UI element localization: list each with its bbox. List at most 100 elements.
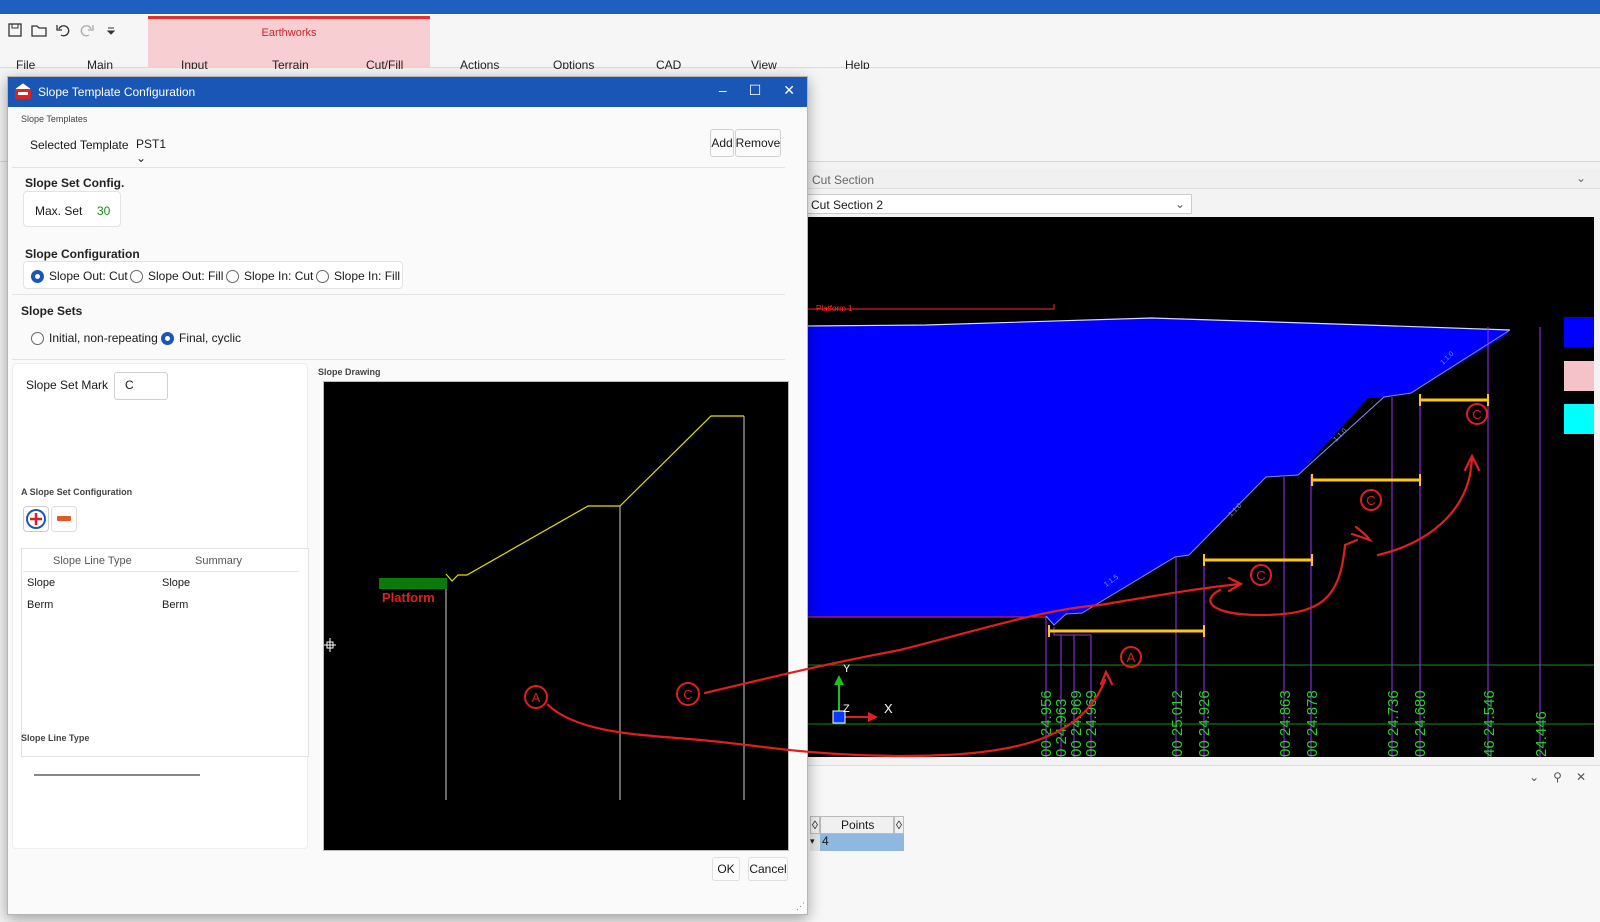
dialog-title: Slope Template Configuration bbox=[38, 85, 196, 99]
legend-swatch bbox=[1564, 317, 1594, 347]
radio-label: Slope In: Cut bbox=[244, 269, 314, 283]
chevron-down-icon: ⌄ bbox=[136, 151, 147, 165]
radio-label: Initial, non-repeating bbox=[49, 331, 158, 345]
platform-text: Platform bbox=[382, 590, 435, 605]
table-row[interactable]: Berm Berm bbox=[23, 594, 299, 616]
table-header: Slope Line Type Summary bbox=[23, 550, 299, 572]
station-label: 00 24.878 bbox=[1304, 690, 1321, 757]
redo-icon[interactable] bbox=[78, 21, 96, 39]
cut-section-drawing: Platform 1 1:1.5 1:1.0 1:1.0 1:1.0 00 24… bbox=[806, 304, 1594, 757]
dialog-titlebar[interactable]: Slope Template Configuration – ☐ ✕ bbox=[8, 77, 807, 107]
radio-final-cyclic[interactable]: Final, cyclic bbox=[161, 331, 241, 345]
slope-drawing-label: Slope Drawing bbox=[318, 367, 381, 377]
station-label: 00 25.012 bbox=[1169, 690, 1186, 757]
radio-indicator bbox=[161, 331, 174, 345]
axis-z-label: Z bbox=[843, 703, 850, 715]
add-template-button[interactable]: Add bbox=[710, 129, 734, 157]
remove-row-button[interactable] bbox=[51, 506, 77, 532]
table-cell: Slope bbox=[162, 577, 191, 589]
window-titlebar bbox=[0, 0, 1600, 14]
slope-sets-label: Slope Sets bbox=[21, 304, 83, 318]
axis-y-label: Y bbox=[843, 663, 851, 675]
radio-slope-out-cut[interactable]: Slope Out: Cut bbox=[31, 269, 128, 283]
platform-block bbox=[379, 578, 447, 589]
chevron-down-icon[interactable]: ⌄ bbox=[1529, 770, 1539, 784]
column-slope-line-type[interactable]: Slope Line Type bbox=[53, 555, 132, 567]
slope-template-dialog: Slope Template Configuration – ☐ ✕ Slope… bbox=[7, 76, 808, 915]
station-label: 00 24.969 bbox=[1083, 690, 1100, 757]
radio-slope-in-cut[interactable]: Slope In: Cut bbox=[226, 269, 313, 283]
divider bbox=[12, 359, 785, 360]
open-folder-icon[interactable] bbox=[30, 21, 48, 39]
divider bbox=[12, 294, 785, 295]
close-icon[interactable]: ✕ bbox=[1576, 770, 1586, 784]
station-label: 24.446 bbox=[1533, 711, 1550, 757]
station-label: 00 24.736 bbox=[1385, 690, 1402, 757]
plus-icon bbox=[26, 509, 46, 529]
column-summary[interactable]: Summary bbox=[195, 555, 242, 567]
grid-sort-icon[interactable]: ◊ bbox=[894, 816, 904, 834]
cancel-button[interactable]: Cancel bbox=[748, 857, 788, 881]
pin-icon[interactable]: ⚲ bbox=[1553, 770, 1562, 784]
resize-grip-icon[interactable]: ⋰ bbox=[796, 901, 805, 912]
template-dropdown-value: PST1 bbox=[136, 137, 167, 151]
divider bbox=[12, 167, 785, 168]
radio-label: Slope In: Fill bbox=[334, 269, 401, 283]
legend-swatch bbox=[1564, 404, 1594, 434]
points-cell[interactable]: 4 bbox=[820, 834, 904, 851]
table-row[interactable]: Slope Slope bbox=[23, 572, 299, 594]
slope-line-type-label: Slope Line Type bbox=[21, 733, 90, 743]
horizontal-scrollbar[interactable] bbox=[34, 774, 200, 776]
slope-templates-group-label: Slope Templates bbox=[21, 114, 88, 124]
ok-button[interactable]: OK bbox=[712, 857, 740, 881]
radio-indicator bbox=[130, 269, 143, 283]
station-label: 46 24.546 bbox=[1481, 690, 1498, 757]
cut-section-panel-header: Cut Section ⌄ bbox=[806, 169, 1600, 189]
context-group-title: Earthworks bbox=[261, 27, 317, 39]
chevron-down-icon: ⌄ bbox=[1174, 197, 1185, 211]
maximize-icon[interactable]: ☐ bbox=[749, 82, 762, 99]
grid-sort-icon[interactable]: ◊ bbox=[810, 816, 820, 834]
platform-label: Platform 1 bbox=[816, 304, 853, 313]
legend-swatch bbox=[1564, 361, 1594, 391]
section-dropdown[interactable]: Cut Section 2 ⌄ bbox=[806, 194, 1192, 214]
save-icon[interactable] bbox=[6, 21, 24, 39]
template-dropdown[interactable]: PST1 ⌄ bbox=[133, 132, 177, 165]
radio-initial-non-repeating[interactable]: Initial, non-repeating bbox=[31, 331, 158, 345]
add-row-button[interactable] bbox=[23, 506, 49, 532]
radio-slope-out-fill[interactable]: Slope Out: Fill bbox=[130, 269, 223, 283]
points-grid-header: ◊ Points ◊ bbox=[810, 816, 904, 834]
panel-title: Cut Section bbox=[812, 173, 875, 187]
crosshair-cursor-icon bbox=[324, 638, 336, 652]
radio-slope-in-fill[interactable]: Slope In: Fill bbox=[316, 269, 400, 283]
minimize-icon[interactable]: – bbox=[719, 82, 727, 99]
table-cell: Slope bbox=[27, 577, 56, 589]
close-icon[interactable]: ✕ bbox=[783, 82, 795, 99]
row-expander-icon[interactable]: ▾ bbox=[810, 834, 820, 851]
ribbon: Earthworks File Main Input Terrain Cut/F… bbox=[0, 14, 1600, 77]
points-grid-row[interactable]: ▾ 4 bbox=[810, 834, 904, 851]
station-label: 00 24.680 bbox=[1412, 690, 1429, 757]
slope-set-table: Slope Line Type Summary Slope Slope Berm… bbox=[21, 548, 309, 776]
max-set-input[interactable]: 30 bbox=[97, 204, 110, 218]
cut-section-canvas[interactable]: Platform 1 1:1.5 1:1.0 1:1.0 1:1.0 00 24… bbox=[806, 217, 1594, 757]
selected-template-label: Selected Template bbox=[30, 138, 129, 152]
slope-set-config-label: Slope Set Config. bbox=[25, 176, 125, 190]
radio-indicator bbox=[31, 331, 44, 345]
section-dropdown-value: Cut Section 2 bbox=[811, 198, 884, 212]
customize-qat-icon[interactable] bbox=[102, 21, 120, 39]
ucs-axis-icon: Y Z X bbox=[832, 663, 893, 724]
slope-set-mark-label: Slope Set Mark bbox=[26, 378, 109, 392]
radio-label: Final, cyclic bbox=[179, 331, 242, 345]
slope-set-mark-input[interactable]: C bbox=[114, 372, 168, 400]
slope-drawing-canvas[interactable]: Platform bbox=[323, 381, 789, 851]
grid-column-points[interactable]: Points bbox=[820, 816, 894, 834]
slope-drawing-svg: Platform bbox=[324, 415, 745, 800]
slope-set-config-group-label: A Slope Set Configuration bbox=[21, 487, 133, 497]
undo-icon[interactable] bbox=[54, 21, 72, 39]
remove-template-button[interactable]: Remove bbox=[735, 129, 781, 157]
points-panel: ⌄ ⚲ ✕ ◊ Points ◊ ▾ 4 bbox=[806, 765, 1600, 922]
table-cell: Berm bbox=[162, 599, 189, 611]
quick-access-toolbar bbox=[6, 20, 120, 40]
chevron-down-icon[interactable]: ⌄ bbox=[1576, 171, 1586, 185]
